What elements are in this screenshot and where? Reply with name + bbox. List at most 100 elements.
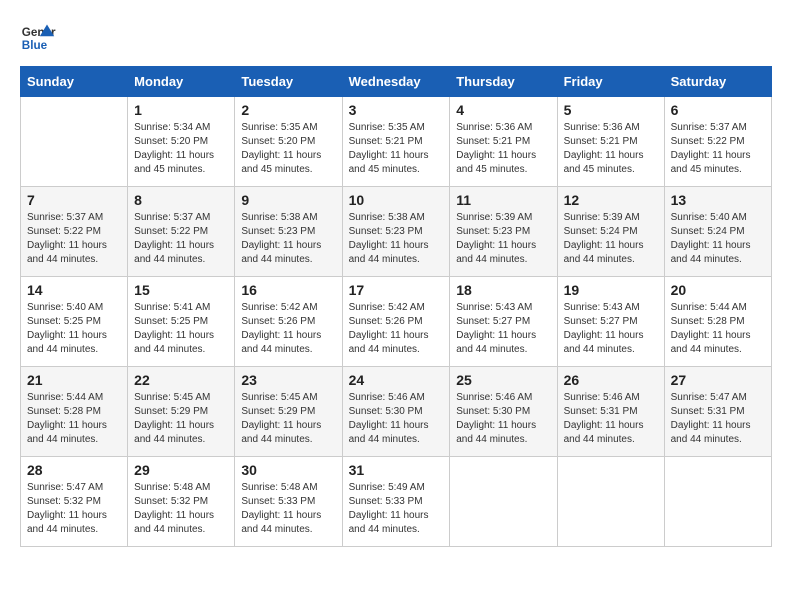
calendar-cell: 9 Sunrise: 5:38 AM Sunset: 5:23 PM Daylig…: [235, 187, 342, 277]
calendar-header-saturday: Saturday: [664, 67, 771, 97]
calendar-cell: 4 Sunrise: 5:36 AM Sunset: 5:21 PM Daylig…: [450, 97, 557, 187]
day-info: Sunrise: 5:47 AM Sunset: 5:31 PM Dayligh…: [671, 391, 765, 447]
logo-icon: General Blue: [20, 20, 56, 56]
calendar-week-row: 1 Sunrise: 5:34 AM Sunset: 5:20 PM Daylig…: [21, 97, 772, 187]
page-header: General Blue: [20, 20, 772, 56]
calendar-table: SundayMondayTuesdayWednesdayThursdayFrid…: [20, 66, 772, 547]
day-info: Sunrise: 5:37 AM Sunset: 5:22 PM Dayligh…: [671, 121, 765, 177]
calendar-week-row: 28 Sunrise: 5:47 AM Sunset: 5:32 PM Dayli…: [21, 457, 772, 547]
calendar-cell: 5 Sunrise: 5:36 AM Sunset: 5:21 PM Daylig…: [557, 97, 664, 187]
day-info: Sunrise: 5:34 AM Sunset: 5:20 PM Dayligh…: [134, 121, 228, 177]
calendar-cell: 27 Sunrise: 5:47 AM Sunset: 5:31 PM Dayli…: [664, 367, 771, 457]
calendar-cell: 28 Sunrise: 5:47 AM Sunset: 5:32 PM Dayli…: [21, 457, 128, 547]
day-number: 18: [456, 282, 550, 298]
day-info: Sunrise: 5:46 AM Sunset: 5:30 PM Dayligh…: [349, 391, 444, 447]
calendar-header-sunday: Sunday: [21, 67, 128, 97]
day-number: 24: [349, 372, 444, 388]
day-number: 12: [564, 192, 658, 208]
day-info: Sunrise: 5:35 AM Sunset: 5:20 PM Dayligh…: [241, 121, 335, 177]
day-number: 19: [564, 282, 658, 298]
calendar-cell: 16 Sunrise: 5:42 AM Sunset: 5:26 PM Dayli…: [235, 277, 342, 367]
day-number: 16: [241, 282, 335, 298]
day-number: 29: [134, 462, 228, 478]
day-number: 1: [134, 102, 228, 118]
calendar-header-tuesday: Tuesday: [235, 67, 342, 97]
calendar-cell: [450, 457, 557, 547]
calendar-header-thursday: Thursday: [450, 67, 557, 97]
day-number: 26: [564, 372, 658, 388]
day-info: Sunrise: 5:40 AM Sunset: 5:24 PM Dayligh…: [671, 211, 765, 267]
day-info: Sunrise: 5:42 AM Sunset: 5:26 PM Dayligh…: [349, 301, 444, 357]
calendar-cell: 2 Sunrise: 5:35 AM Sunset: 5:20 PM Daylig…: [235, 97, 342, 187]
day-info: Sunrise: 5:46 AM Sunset: 5:31 PM Dayligh…: [564, 391, 658, 447]
day-info: Sunrise: 5:44 AM Sunset: 5:28 PM Dayligh…: [671, 301, 765, 357]
day-number: 30: [241, 462, 335, 478]
calendar-header-row: SundayMondayTuesdayWednesdayThursdayFrid…: [21, 67, 772, 97]
calendar-cell: 21 Sunrise: 5:44 AM Sunset: 5:28 PM Dayli…: [21, 367, 128, 457]
day-number: 7: [27, 192, 121, 208]
day-number: 17: [349, 282, 444, 298]
calendar-cell: 30 Sunrise: 5:48 AM Sunset: 5:33 PM Dayli…: [235, 457, 342, 547]
day-info: Sunrise: 5:41 AM Sunset: 5:25 PM Dayligh…: [134, 301, 228, 357]
day-info: Sunrise: 5:38 AM Sunset: 5:23 PM Dayligh…: [349, 211, 444, 267]
day-info: Sunrise: 5:37 AM Sunset: 5:22 PM Dayligh…: [27, 211, 121, 267]
day-number: 2: [241, 102, 335, 118]
calendar-cell: 13 Sunrise: 5:40 AM Sunset: 5:24 PM Dayli…: [664, 187, 771, 277]
day-info: Sunrise: 5:40 AM Sunset: 5:25 PM Dayligh…: [27, 301, 121, 357]
calendar-week-row: 7 Sunrise: 5:37 AM Sunset: 5:22 PM Daylig…: [21, 187, 772, 277]
day-info: Sunrise: 5:43 AM Sunset: 5:27 PM Dayligh…: [564, 301, 658, 357]
day-number: 3: [349, 102, 444, 118]
day-info: Sunrise: 5:36 AM Sunset: 5:21 PM Dayligh…: [456, 121, 550, 177]
calendar-cell: 12 Sunrise: 5:39 AM Sunset: 5:24 PM Dayli…: [557, 187, 664, 277]
calendar-cell: 1 Sunrise: 5:34 AM Sunset: 5:20 PM Daylig…: [128, 97, 235, 187]
calendar-cell: 29 Sunrise: 5:48 AM Sunset: 5:32 PM Dayli…: [128, 457, 235, 547]
day-number: 6: [671, 102, 765, 118]
day-number: 14: [27, 282, 121, 298]
day-number: 5: [564, 102, 658, 118]
day-number: 28: [27, 462, 121, 478]
day-info: Sunrise: 5:36 AM Sunset: 5:21 PM Dayligh…: [564, 121, 658, 177]
day-number: 20: [671, 282, 765, 298]
day-info: Sunrise: 5:37 AM Sunset: 5:22 PM Dayligh…: [134, 211, 228, 267]
day-number: 31: [349, 462, 444, 478]
day-number: 25: [456, 372, 550, 388]
day-number: 15: [134, 282, 228, 298]
calendar-cell: 25 Sunrise: 5:46 AM Sunset: 5:30 PM Dayli…: [450, 367, 557, 457]
day-number: 4: [456, 102, 550, 118]
calendar-cell: 18 Sunrise: 5:43 AM Sunset: 5:27 PM Dayli…: [450, 277, 557, 367]
day-number: 22: [134, 372, 228, 388]
calendar-header-monday: Monday: [128, 67, 235, 97]
day-info: Sunrise: 5:42 AM Sunset: 5:26 PM Dayligh…: [241, 301, 335, 357]
calendar-cell: 6 Sunrise: 5:37 AM Sunset: 5:22 PM Daylig…: [664, 97, 771, 187]
calendar-cell: [664, 457, 771, 547]
day-info: Sunrise: 5:46 AM Sunset: 5:30 PM Dayligh…: [456, 391, 550, 447]
day-number: 27: [671, 372, 765, 388]
calendar-cell: 20 Sunrise: 5:44 AM Sunset: 5:28 PM Dayli…: [664, 277, 771, 367]
day-number: 13: [671, 192, 765, 208]
day-info: Sunrise: 5:45 AM Sunset: 5:29 PM Dayligh…: [241, 391, 335, 447]
day-info: Sunrise: 5:48 AM Sunset: 5:32 PM Dayligh…: [134, 481, 228, 537]
day-number: 11: [456, 192, 550, 208]
day-info: Sunrise: 5:35 AM Sunset: 5:21 PM Dayligh…: [349, 121, 444, 177]
calendar-header-wednesday: Wednesday: [342, 67, 450, 97]
day-info: Sunrise: 5:38 AM Sunset: 5:23 PM Dayligh…: [241, 211, 335, 267]
calendar-cell: 15 Sunrise: 5:41 AM Sunset: 5:25 PM Dayli…: [128, 277, 235, 367]
day-number: 21: [27, 372, 121, 388]
day-info: Sunrise: 5:44 AM Sunset: 5:28 PM Dayligh…: [27, 391, 121, 447]
day-number: 9: [241, 192, 335, 208]
day-info: Sunrise: 5:39 AM Sunset: 5:23 PM Dayligh…: [456, 211, 550, 267]
day-info: Sunrise: 5:48 AM Sunset: 5:33 PM Dayligh…: [241, 481, 335, 537]
day-info: Sunrise: 5:47 AM Sunset: 5:32 PM Dayligh…: [27, 481, 121, 537]
calendar-cell: [557, 457, 664, 547]
calendar-week-row: 21 Sunrise: 5:44 AM Sunset: 5:28 PM Dayli…: [21, 367, 772, 457]
calendar-cell: 22Sunrise: 5:45 AM Sunset: 5:29 PM Dayli…: [128, 367, 235, 457]
calendar-cell: 10Sunrise: 5:38 AM Sunset: 5:23 PM Dayli…: [342, 187, 450, 277]
calendar-cell: 31Sunrise: 5:49 AM Sunset: 5:33 PM Dayli…: [342, 457, 450, 547]
calendar-cell: 8 Sunrise: 5:37 AM Sunset: 5:22 PM Daylig…: [128, 187, 235, 277]
calendar-cell: 11 Sunrise: 5:39 AM Sunset: 5:23 PM Dayli…: [450, 187, 557, 277]
calendar-week-row: 14 Sunrise: 5:40 AM Sunset: 5:25 PM Dayli…: [21, 277, 772, 367]
day-info: Sunrise: 5:43 AM Sunset: 5:27 PM Dayligh…: [456, 301, 550, 357]
day-number: 8: [134, 192, 228, 208]
calendar-cell: [21, 97, 128, 187]
day-info: Sunrise: 5:39 AM Sunset: 5:24 PM Dayligh…: [564, 211, 658, 267]
